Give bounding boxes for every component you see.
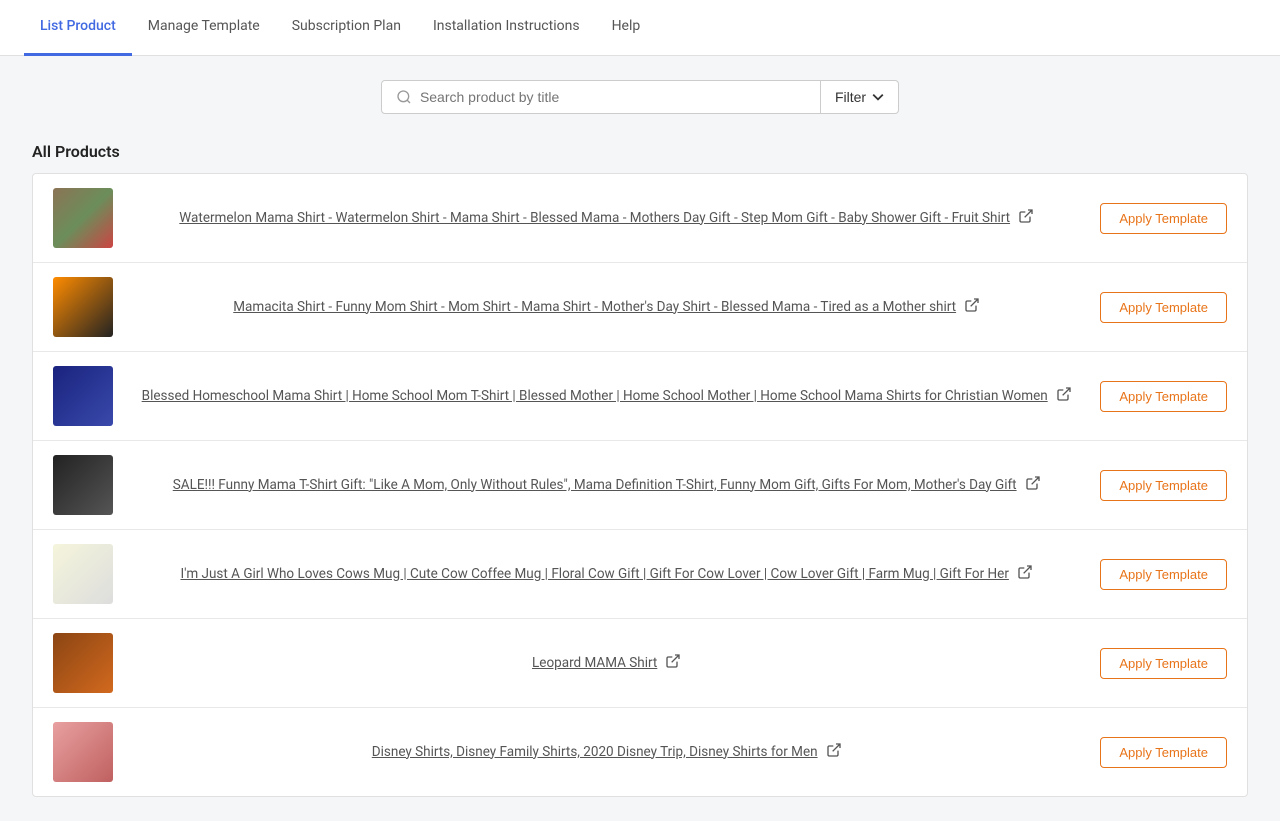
nav-installation-instructions[interactable]: Installation Instructions: [417, 0, 596, 56]
apply-template-button[interactable]: Apply Template: [1100, 737, 1227, 768]
external-link-icon[interactable]: [826, 742, 842, 762]
product-title[interactable]: I'm Just A Girl Who Loves Cows Mug | Cut…: [180, 565, 1008, 584]
external-link-icon[interactable]: [1025, 475, 1041, 495]
apply-template-button[interactable]: Apply Template: [1100, 470, 1227, 501]
product-title[interactable]: Blessed Homeschool Mama Shirt | Home Sch…: [142, 387, 1048, 406]
product-title-wrap: Mamacita Shirt - Funny Mom Shirt - Mom S…: [129, 297, 1084, 317]
external-link-icon[interactable]: [1018, 208, 1034, 228]
product-row: Blessed Homeschool Mama Shirt | Home Sch…: [33, 352, 1247, 441]
section-title: All Products: [32, 142, 1248, 161]
apply-template-button[interactable]: Apply Template: [1100, 648, 1227, 679]
product-row: Disney Shirts, Disney Family Shirts, 202…: [33, 708, 1247, 796]
apply-template-button[interactable]: Apply Template: [1100, 559, 1227, 590]
external-link-icon[interactable]: [665, 653, 681, 673]
product-row: SALE!!! Funny Mama T-Shirt Gift: "Like A…: [33, 441, 1247, 530]
filter-label: Filter: [835, 89, 866, 105]
product-thumbnail: [53, 188, 113, 248]
product-title-wrap: Watermelon Mama Shirt - Watermelon Shirt…: [129, 208, 1084, 228]
chevron-down-icon: [872, 91, 884, 103]
nav-manage-template[interactable]: Manage Template: [132, 0, 276, 56]
product-row: Mamacita Shirt - Funny Mom Shirt - Mom S…: [33, 263, 1247, 352]
product-thumbnail: [53, 277, 113, 337]
search-icon: [396, 89, 412, 105]
product-title-wrap: I'm Just A Girl Who Loves Cows Mug | Cut…: [129, 564, 1084, 584]
filter-button[interactable]: Filter: [821, 80, 899, 114]
nav-subscription-plan[interactable]: Subscription Plan: [276, 0, 417, 56]
product-row: Leopard MAMA Shirt Apply Template: [33, 619, 1247, 708]
products-container: Watermelon Mama Shirt - Watermelon Shirt…: [32, 173, 1248, 797]
product-thumbnail: [53, 633, 113, 693]
external-link-icon[interactable]: [1056, 386, 1072, 406]
product-title-wrap: Disney Shirts, Disney Family Shirts, 202…: [129, 742, 1084, 762]
search-input-container: [381, 80, 821, 114]
product-thumbnail: [53, 366, 113, 426]
product-title-wrap: Leopard MAMA Shirt: [129, 653, 1084, 673]
product-title[interactable]: SALE!!! Funny Mama T-Shirt Gift: "Like A…: [173, 476, 1017, 495]
apply-template-button[interactable]: Apply Template: [1100, 292, 1227, 323]
product-row: I'm Just A Girl Who Loves Cows Mug | Cut…: [33, 530, 1247, 619]
product-thumbnail: [53, 455, 113, 515]
apply-template-button[interactable]: Apply Template: [1100, 203, 1227, 234]
nav-bar: List Product Manage Template Subscriptio…: [0, 0, 1280, 56]
apply-template-button[interactable]: Apply Template: [1100, 381, 1227, 412]
product-title[interactable]: Disney Shirts, Disney Family Shirts, 202…: [372, 743, 818, 762]
main-content: Filter All Products Watermelon Mama Shir…: [0, 56, 1280, 821]
nav-list-product[interactable]: List Product: [24, 0, 132, 56]
search-bar-wrap: Filter: [32, 80, 1248, 114]
external-link-icon[interactable]: [964, 297, 980, 317]
external-link-icon[interactable]: [1017, 564, 1033, 584]
product-title-wrap: Blessed Homeschool Mama Shirt | Home Sch…: [129, 386, 1084, 406]
product-title[interactable]: Leopard MAMA Shirt: [532, 654, 657, 673]
product-thumbnail: [53, 722, 113, 782]
product-thumbnail: [53, 544, 113, 604]
nav-help[interactable]: Help: [596, 0, 657, 56]
product-title[interactable]: Mamacita Shirt - Funny Mom Shirt - Mom S…: [233, 298, 956, 317]
product-title[interactable]: Watermelon Mama Shirt - Watermelon Shirt…: [179, 209, 1010, 228]
product-title-wrap: SALE!!! Funny Mama T-Shirt Gift: "Like A…: [129, 475, 1084, 495]
search-input[interactable]: [420, 89, 806, 105]
product-row: Watermelon Mama Shirt - Watermelon Shirt…: [33, 174, 1247, 263]
